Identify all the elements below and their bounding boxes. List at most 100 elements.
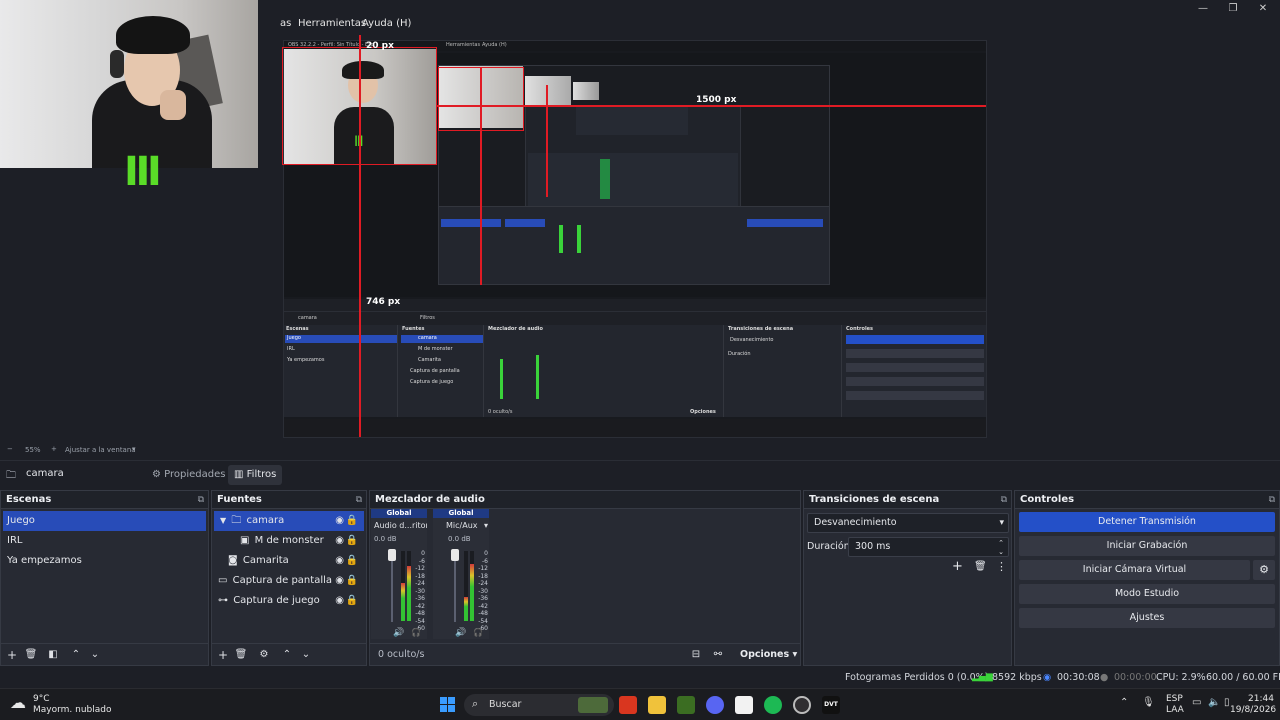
- menu-item-help[interactable]: Ayuda (H): [362, 18, 411, 29]
- minimize-button[interactable]: —: [1188, 2, 1218, 18]
- eye-icon[interactable]: ◉: [335, 591, 344, 611]
- volume-fader-track[interactable]: [454, 554, 456, 622]
- eye-icon[interactable]: ◉: [335, 571, 344, 591]
- clock-time[interactable]: 21:44: [1248, 694, 1274, 704]
- level-meter-right-fill: [470, 563, 474, 621]
- zoom-level[interactable]: 55%: [25, 446, 41, 454]
- undock-icon[interactable]: ⧉: [356, 491, 362, 509]
- discord-icon[interactable]: [706, 696, 724, 714]
- trash-icon[interactable]: 🗑: [233, 647, 249, 663]
- search-highlight-image: [578, 697, 608, 713]
- microphone-icon[interactable]: 🎙: [1142, 697, 1155, 708]
- add-scene-button[interactable]: +: [4, 647, 20, 663]
- move-up-icon[interactable]: ⌃: [279, 647, 295, 663]
- move-down-icon[interactable]: ⌄: [87, 647, 103, 663]
- add-source-button[interactable]: +: [215, 647, 231, 663]
- start-virtual-camera-button[interactable]: Iniciar Cámara Virtual: [1019, 560, 1250, 580]
- close-button[interactable]: ✕: [1248, 2, 1278, 18]
- language-code[interactable]: ESP: [1166, 694, 1183, 704]
- lock-icon[interactable]: 🔒: [346, 531, 358, 551]
- monitor-headphone-icon[interactable]: 🎧: [411, 628, 421, 637]
- tray-chevron-up-icon[interactable]: ⌃: [1120, 697, 1128, 708]
- mixer-settings-icon[interactable]: ⚯: [710, 647, 726, 663]
- source-item-camarita[interactable]: ◙ Camarita ◉ 🔒: [214, 551, 364, 571]
- monitor-icon[interactable]: ▭: [1192, 697, 1201, 708]
- nested-sources-title: Fuentes: [402, 326, 425, 332]
- source-item-captura-pantalla[interactable]: ▭ Captura de pantalla ◉ 🔒: [214, 571, 364, 591]
- more-options-icon[interactable]: ⋮: [996, 560, 1007, 573]
- weather-cloud-icon[interactable]: ☁: [10, 693, 26, 712]
- options-button[interactable]: Opciones ▾: [740, 649, 797, 660]
- stop-streaming-button[interactable]: Detener Transmisión: [1019, 512, 1275, 532]
- hidden-sources-label: 0 oculto/s: [378, 649, 425, 660]
- filter-scene-icon[interactable]: ◧: [45, 647, 61, 663]
- transition-select[interactable]: Desvanecimiento ▾: [807, 513, 1009, 533]
- taskbar-search[interactable]: ⌕ Buscar: [464, 694, 614, 716]
- settings-button[interactable]: Ajustes: [1019, 608, 1275, 628]
- windows-start-icon[interactable]: [440, 697, 456, 713]
- zoom-in-button[interactable]: +: [51, 445, 57, 453]
- chevron-down-icon[interactable]: ▾: [132, 445, 136, 453]
- chevron-down-icon[interactable]: ▾: [484, 521, 488, 530]
- properties-button[interactable]: ⚙ Propiedades: [146, 465, 231, 485]
- volume-fader-knob[interactable]: [388, 549, 396, 561]
- source-item-m-de-monster[interactable]: ▣ M de monster ◉ 🔒: [214, 531, 364, 551]
- speaker-icon[interactable]: 🔊: [455, 628, 466, 638]
- studio-mode-button[interactable]: Modo Estudio: [1019, 584, 1275, 604]
- file-explorer-icon[interactable]: [648, 696, 666, 714]
- menu-item-tools[interactable]: Herramientas: [298, 18, 366, 29]
- lock-icon[interactable]: 🔒: [346, 511, 358, 531]
- channel-name[interactable]: Mic/Aux ▾: [433, 520, 489, 532]
- weather-desc[interactable]: Mayorm. nublado: [33, 705, 112, 715]
- eye-icon[interactable]: ◉: [335, 551, 344, 571]
- eye-icon[interactable]: ◉: [335, 531, 344, 551]
- add-transition-button[interactable]: +: [952, 559, 963, 574]
- undock-icon[interactable]: ⧉: [1269, 491, 1275, 509]
- virtual-camera-settings-gear-icon[interactable]: ⚙: [1253, 560, 1275, 580]
- gear-icon[interactable]: ⚙: [256, 647, 272, 663]
- monitor-headphone-icon[interactable]: 🎧: [473, 628, 483, 637]
- stream-time: 00:30:08: [1057, 672, 1100, 683]
- source-item-camara[interactable]: ▼ 🗀 camara ◉ 🔒: [214, 511, 364, 531]
- obs-icon[interactable]: [793, 696, 811, 714]
- scene-item-irl[interactable]: IRL: [3, 531, 206, 551]
- zoom-out-button[interactable]: −: [7, 445, 13, 453]
- spin-down-icon[interactable]: ⌄: [998, 543, 1004, 561]
- keyboard-layout[interactable]: LAA: [1166, 705, 1184, 715]
- lock-icon[interactable]: 🔒: [346, 551, 358, 571]
- lock-icon[interactable]: 🔒: [346, 571, 358, 591]
- clock-date[interactable]: 19/8/2026: [1230, 705, 1276, 715]
- volume-icon[interactable]: 🔈: [1208, 697, 1220, 708]
- maximize-button[interactable]: ❐: [1218, 2, 1248, 18]
- speaker-icon[interactable]: 🔊: [393, 628, 404, 638]
- nvidia-icon[interactable]: [677, 696, 695, 714]
- volume-fader-track[interactable]: [391, 554, 393, 622]
- eye-icon[interactable]: ◉: [335, 511, 344, 531]
- move-up-icon[interactable]: ⌃: [68, 647, 84, 663]
- scene-item-ya-empezamos[interactable]: Ya empezamos: [3, 551, 206, 571]
- layout-icon[interactable]: ⊟: [688, 647, 704, 663]
- move-down-icon[interactable]: ⌄: [298, 647, 314, 663]
- lock-icon[interactable]: 🔒: [346, 591, 358, 611]
- source-item-captura-juego[interactable]: ⊶ Captura de juego ◉ 🔒: [214, 591, 364, 611]
- fit-to-window[interactable]: Ajustar a la ventana: [65, 446, 136, 454]
- undock-icon[interactable]: ⧉: [1001, 491, 1007, 509]
- app-logo-icon[interactable]: DVT: [822, 696, 840, 714]
- weather-temp[interactable]: 9°C: [33, 694, 50, 704]
- expand-arrow-icon[interactable]: ▼: [220, 516, 226, 525]
- filters-button[interactable]: ▥ Filtros: [228, 465, 283, 485]
- trash-icon[interactable]: 🗑: [974, 561, 987, 572]
- battery-icon[interactable]: ▯: [1224, 697, 1230, 708]
- menu-item-partial[interactable]: as: [280, 18, 291, 29]
- channel-name[interactable]: Audio d...ritorio ▾: [371, 520, 427, 532]
- program-preview[interactable]: OBS 32.2.2 - Perfil: Sin Título - Esc He…: [282, 35, 987, 438]
- trash-icon[interactable]: 🗑: [23, 647, 39, 663]
- start-recording-button[interactable]: Iniciar Grabación: [1019, 536, 1275, 556]
- duration-spinbox[interactable]: 300 ms ⌃ ⌄: [848, 537, 1009, 557]
- store-icon[interactable]: [735, 696, 753, 714]
- brave-browser-icon[interactable]: [619, 696, 637, 714]
- volume-fader-knob[interactable]: [451, 549, 459, 561]
- scene-item-juego[interactable]: Juego: [3, 511, 206, 531]
- undock-icon[interactable]: ⧉: [198, 491, 204, 509]
- spotify-icon[interactable]: [764, 696, 782, 714]
